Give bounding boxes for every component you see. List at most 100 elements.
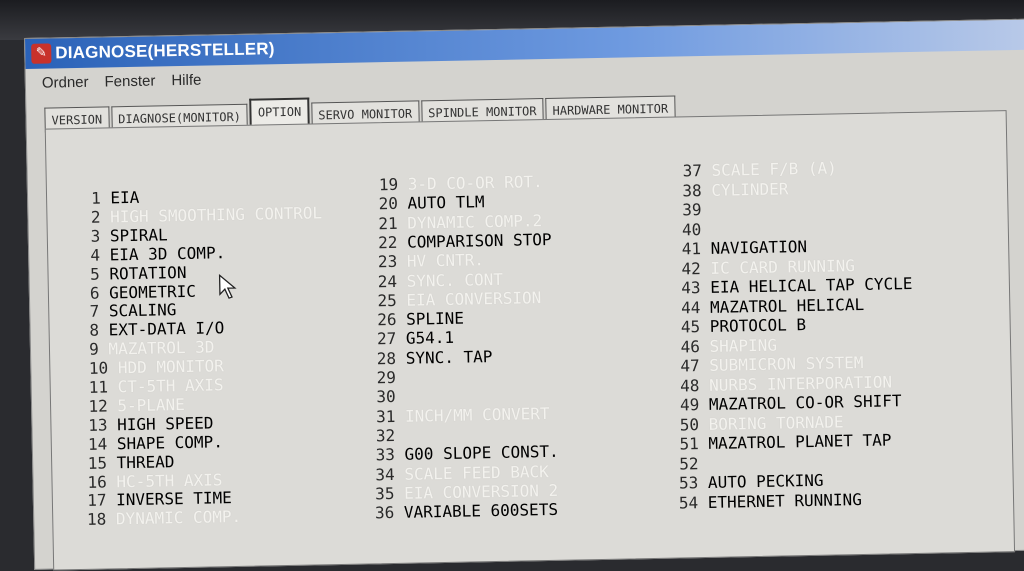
option-label: NAVIGATION <box>710 237 807 258</box>
window-title: DIAGNOSE(HERSTELLER) <box>55 39 275 63</box>
option-row: 20 AUTO TLM <box>378 192 484 213</box>
option-label: SYNC. TAP <box>406 347 493 368</box>
option-row: 25 EIA CONVERSION <box>377 288 541 310</box>
option-number: 48 <box>680 376 700 395</box>
option-number: 30 <box>376 387 396 406</box>
option-label: 3-D CO-OR ROT. <box>408 172 543 194</box>
option-number: 20 <box>378 194 398 213</box>
option-number: 38 <box>682 181 702 200</box>
option-number: 25 <box>377 291 397 310</box>
option-row: 36 VARIABLE 600SETS <box>375 500 558 523</box>
option-number: 49 <box>680 395 700 414</box>
option-row: 28 SYNC. TAP <box>377 347 493 368</box>
option-number: 31 <box>376 407 396 426</box>
option-label: ROTATION <box>109 263 186 283</box>
option-number: 18 <box>87 510 107 529</box>
option-label: THREAD <box>116 452 174 472</box>
option-row: 37 SCALE F/B (A) <box>682 158 836 180</box>
option-number: 54 <box>679 493 699 512</box>
option-number: 29 <box>376 368 396 387</box>
option-number: 36 <box>375 503 395 522</box>
option-number: 22 <box>378 233 398 252</box>
option-number: 10 <box>89 359 109 378</box>
option-row: 3 SPIRAL <box>90 225 167 245</box>
mouse-cursor-icon <box>219 274 237 300</box>
option-label: SCALING <box>109 301 177 321</box>
option-number: 47 <box>680 356 700 375</box>
option-number: 43 <box>681 278 701 297</box>
option-label: HC-5TH AXIS <box>116 470 222 491</box>
option-number: 50 <box>680 415 700 434</box>
option-number: 53 <box>679 473 699 492</box>
option-number: 1 <box>91 189 101 208</box>
option-number: 46 <box>680 337 700 356</box>
option-number: 12 <box>88 396 108 415</box>
option-row: 30 <box>376 387 396 406</box>
option-number: 34 <box>375 464 395 483</box>
option-number: 26 <box>377 310 397 329</box>
option-row: 26 SPLINE <box>377 309 464 330</box>
option-row: 45 PROTOCOL B <box>681 315 807 336</box>
menu-ordner[interactable]: Ordner <box>42 73 89 91</box>
option-label: INCH/MM CONVERT <box>405 404 550 426</box>
option-number: 44 <box>681 298 701 317</box>
option-number: 14 <box>88 434 108 453</box>
option-row: 38 CYLINDER <box>682 179 788 200</box>
option-label: EIA CONVERSION 2 <box>404 481 558 503</box>
option-row: 19 3-D CO-OR ROT. <box>379 172 543 194</box>
option-number: 11 <box>89 377 109 396</box>
option-number: 15 <box>88 453 108 472</box>
option-label: MAZATROL PLANET TAP <box>708 430 891 453</box>
option-label: AUTO PECKING <box>708 471 824 492</box>
option-label: SUBMICRON SYSTEM <box>709 353 863 375</box>
menu-bar: Ordner Fenster Hilfe <box>26 68 202 95</box>
option-label: SHAPING <box>709 335 777 355</box>
option-row: 11 CT-5TH AXIS <box>89 375 224 397</box>
option-number: 27 <box>377 329 397 348</box>
option-row: 46 SHAPING <box>680 335 777 356</box>
option-number: 17 <box>87 491 107 510</box>
option-row: 12 5-PLANE <box>88 395 185 416</box>
option-row: 18 DYNAMIC COMP. <box>87 507 241 529</box>
option-number: 9 <box>89 340 99 359</box>
option-label: MAZATROL CO-OR SHIFT <box>709 391 902 414</box>
option-number: 13 <box>88 415 108 434</box>
option-label: 5-PLANE <box>117 395 185 415</box>
option-number: 39 <box>682 200 702 219</box>
option-row: 40 <box>682 220 702 239</box>
option-label: INVERSE TIME <box>116 488 232 509</box>
option-label: EXT-DATA I/O <box>109 319 225 340</box>
app-icon: ✎ <box>31 43 51 63</box>
option-row: 31 INCH/MM CONVERT <box>376 404 550 426</box>
option-number: 28 <box>377 349 397 368</box>
option-label: EIA HELICAL TAP CYCLE <box>710 274 913 297</box>
option-row: 13 HIGH SPEED <box>88 413 214 434</box>
menu-fenster[interactable]: Fenster <box>104 72 155 90</box>
option-row: 42 IC CARD RUNNING <box>681 256 855 278</box>
option-label: SPLINE <box>406 309 464 329</box>
option-label: IC CARD RUNNING <box>710 256 855 278</box>
option-label: G00 SLOPE CONST. <box>404 442 558 464</box>
option-row: 14 SHAPE COMP. <box>88 432 223 454</box>
option-row: 4 EIA 3D COMP. <box>90 243 225 265</box>
option-row: 50 BORING TORNADE <box>680 412 844 434</box>
option-label: SHAPE COMP. <box>117 432 223 453</box>
option-number: 8 <box>89 321 99 340</box>
option-row: 15 THREAD <box>88 452 175 473</box>
option-number: 19 <box>379 175 399 194</box>
option-label: VARIABLE 600SETS <box>404 500 558 522</box>
option-number: 6 <box>90 283 100 302</box>
option-label: SCALE F/B (A) <box>711 158 837 179</box>
menu-hilfe[interactable]: Hilfe <box>171 71 201 89</box>
option-label: SCALE FEED BACK <box>404 462 549 484</box>
option-label: HIGH SPEED <box>117 413 214 434</box>
option-row: 27 G54.1 <box>377 328 454 348</box>
option-row: 6 GEOMETRIC <box>90 281 196 302</box>
option-row: 1 EIA <box>91 188 140 208</box>
option-row: 24 SYNC. CONT <box>378 269 504 290</box>
option-label: DYNAMIC COMP. <box>116 507 242 528</box>
option-label: CYLINDER <box>711 179 788 199</box>
option-number: 32 <box>376 426 396 445</box>
option-label: EIA 3D COMP. <box>109 243 225 264</box>
option-label: DYNAMIC COMP.2 <box>407 211 542 233</box>
